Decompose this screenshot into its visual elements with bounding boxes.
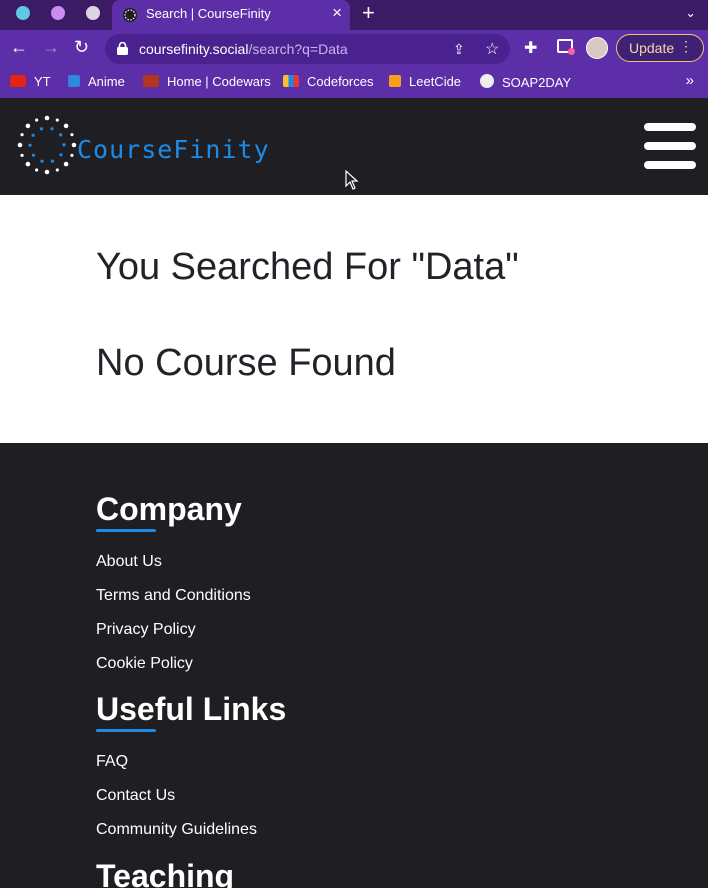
lock-icon bbox=[117, 42, 128, 55]
logo-outer-dot bbox=[70, 133, 74, 137]
url-domain: coursefinity.social bbox=[139, 41, 249, 57]
chevron-down-icon[interactable]: ⌄ bbox=[685, 5, 696, 21]
logo-outer-dot bbox=[55, 168, 59, 172]
url-text: coursefinity.social/search?q=Data bbox=[139, 41, 348, 57]
footer-teaching-heading: Teaching bbox=[96, 858, 235, 888]
bookmark-label: SOAP2DAY bbox=[502, 75, 572, 90]
hamburger-menu-icon[interactable] bbox=[644, 123, 698, 169]
logo-inner-dot bbox=[59, 153, 63, 157]
media-indicator-dot bbox=[568, 48, 575, 55]
bookmark-label: Codeforces bbox=[307, 74, 374, 89]
logo-outer-dot bbox=[44, 169, 50, 175]
bookmark-codewars[interactable]: Home | Codewars bbox=[143, 74, 271, 89]
logo-outer-dot bbox=[63, 161, 69, 167]
footer-company-heading: Company bbox=[96, 491, 242, 527]
browser-toolbar: ← → ↻ coursefinity.social/search?q=Data … bbox=[0, 30, 708, 68]
bookmarks-bar: YT Anime Home | Codewars Codeforces Leet… bbox=[0, 68, 708, 98]
logo-outer-dot bbox=[35, 168, 39, 172]
logo-outer-dot bbox=[70, 153, 74, 157]
media-control-icon[interactable] bbox=[557, 39, 575, 55]
footer-link-terms[interactable]: Terms and Conditions bbox=[96, 587, 251, 605]
search-result-panel: You Searched For "Data" No Course Found bbox=[0, 195, 708, 443]
logo-outer-dot bbox=[35, 118, 39, 122]
logo-outer-dot bbox=[17, 142, 23, 148]
globe-icon bbox=[480, 74, 494, 88]
kebab-menu-icon[interactable]: ⋮ bbox=[679, 38, 693, 55]
update-label: Update bbox=[629, 40, 675, 56]
logo-outer-dot bbox=[55, 118, 59, 122]
tab-title: Search | CourseFinity bbox=[146, 6, 271, 21]
footer-link-about-us[interactable]: About Us bbox=[96, 553, 162, 571]
new-tab-button[interactable]: + bbox=[362, 0, 375, 26]
bookmark-star-icon[interactable]: ☆ bbox=[485, 39, 499, 59]
footer-link-contact[interactable]: Contact Us bbox=[96, 787, 175, 805]
anime-site-icon bbox=[68, 75, 80, 87]
logo-inner-dot bbox=[59, 133, 63, 137]
coursefinity-favicon-icon bbox=[123, 8, 137, 22]
address-bar[interactable]: coursefinity.social/search?q=Data ⇪ ☆ bbox=[105, 34, 510, 64]
bookmark-yt[interactable]: YT bbox=[10, 74, 51, 89]
bookmark-leetcode[interactable]: LeetCide bbox=[389, 74, 461, 89]
logo-inner-dot bbox=[31, 153, 35, 157]
close-tab-icon[interactable]: × bbox=[332, 3, 342, 23]
hamburger-bar bbox=[644, 123, 696, 131]
hamburger-bar bbox=[644, 142, 696, 150]
logo-inner-dot bbox=[50, 127, 54, 131]
footer-link-privacy[interactable]: Privacy Policy bbox=[96, 621, 196, 639]
site-footer: Company About Us Terms and Conditions Pr… bbox=[0, 443, 708, 888]
bookmark-label: YT bbox=[34, 74, 51, 89]
footer-link-faq[interactable]: FAQ bbox=[96, 753, 128, 771]
codewars-icon bbox=[143, 75, 159, 87]
bookmark-anime[interactable]: Anime bbox=[68, 74, 125, 89]
hamburger-bar bbox=[644, 161, 696, 169]
window-minimize-button[interactable] bbox=[51, 6, 65, 20]
profile-avatar[interactable] bbox=[586, 37, 608, 59]
logo-inner-dot bbox=[31, 133, 35, 137]
bookmark-label: LeetCide bbox=[409, 74, 462, 89]
share-icon[interactable]: ⇪ bbox=[453, 41, 465, 58]
reload-icon[interactable]: ↻ bbox=[74, 37, 89, 58]
window-maximize-button[interactable] bbox=[86, 6, 100, 20]
footer-link-guidelines[interactable]: Community Guidelines bbox=[96, 821, 257, 839]
logo-inner-dot bbox=[28, 143, 32, 147]
back-arrow-icon[interactable]: ← bbox=[10, 37, 28, 58]
footer-useful-links-heading: Useful Links bbox=[96, 691, 287, 727]
logo-outer-dot bbox=[25, 123, 31, 129]
bookmark-label: Anime bbox=[88, 74, 125, 89]
url-path: /search?q=Data bbox=[248, 41, 348, 57]
update-button[interactable]: Update ⋮ bbox=[616, 34, 704, 62]
leetcode-icon bbox=[389, 75, 401, 87]
heading-underline bbox=[96, 529, 156, 532]
footer-link-cookies[interactable]: Cookie Policy bbox=[96, 655, 193, 673]
youtube-icon bbox=[10, 75, 26, 87]
logo-outer-dot bbox=[44, 115, 50, 121]
bookmarks-overflow-icon[interactable]: » bbox=[686, 72, 694, 89]
logo-outer-dot bbox=[20, 153, 24, 157]
logo-outer-dot bbox=[71, 142, 77, 148]
logo-outer-dot bbox=[20, 133, 24, 137]
logo-outer-dot bbox=[63, 123, 69, 129]
logo-inner-dot bbox=[39, 127, 44, 131]
logo-inner-dot bbox=[50, 159, 55, 163]
heading-underline bbox=[96, 729, 156, 732]
codeforces-icon bbox=[283, 75, 299, 87]
extensions-puzzle-icon[interactable]: ✚ bbox=[524, 38, 537, 58]
bookmark-soap2day[interactable]: SOAP2DAY bbox=[480, 74, 571, 90]
logo-inner-dot bbox=[62, 143, 66, 147]
browser-tabstrip: Search | CourseFinity × + ⌄ bbox=[0, 0, 708, 30]
bookmark-label: Home | Codewars bbox=[167, 74, 271, 89]
logo-inner-dot bbox=[40, 159, 44, 163]
logo-outer-dot bbox=[25, 161, 31, 167]
search-query-heading: You Searched For "Data" bbox=[96, 246, 519, 288]
window-close-button[interactable] bbox=[16, 6, 30, 20]
site-logo-text[interactable]: CourseFinity bbox=[77, 135, 270, 164]
forward-arrow-icon[interactable]: → bbox=[42, 37, 60, 58]
no-results-message: No Course Found bbox=[96, 342, 396, 384]
coursefinity-logo-icon[interactable] bbox=[14, 112, 80, 178]
bookmark-codeforces[interactable]: Codeforces bbox=[283, 74, 373, 89]
browser-tab-active[interactable]: Search | CourseFinity × bbox=[112, 0, 350, 30]
mouse-cursor-icon bbox=[345, 170, 359, 190]
